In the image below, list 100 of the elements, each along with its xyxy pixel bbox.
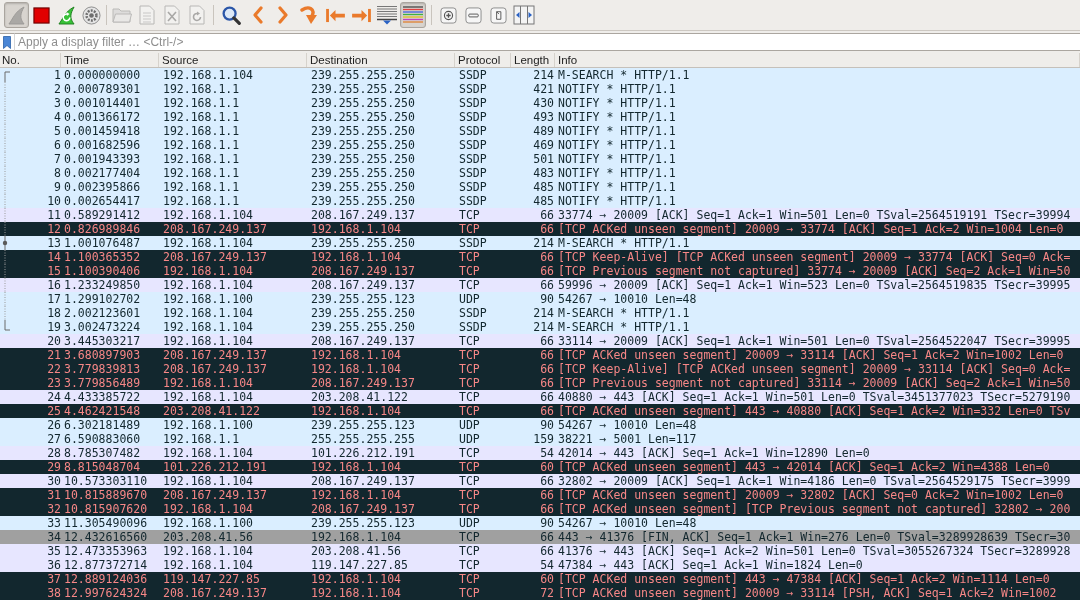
packet-row[interactable]: 7 0.001943393 192.168.1.1 239.255.255.250 SSDP 501 NOTIFY * HTTP/1.1 bbox=[0, 152, 1080, 166]
packet-length: 483 bbox=[533, 166, 554, 180]
packet-row[interactable]: 34 12.432616560 203.208.41.56 192.168.1.104 TCP 66 443 → 41376 [FIN, ACK] Seq=1 Ack=1 Win=276 Len=0 TSval=3289928639 TSecr=30 bbox=[0, 530, 1080, 544]
destination-address: 239.255.255.250 bbox=[311, 194, 415, 208]
packet-row[interactable]: 24 4.433385722 192.168.1.104 203.208.41.122 TCP 66 40880 → 443 [ACK] Seq=1 Ack=1 Win=501 Len=0 TSval=3451377023 TSecr=5279190 bbox=[0, 390, 1080, 404]
column-header[interactable]: Length bbox=[514, 54, 550, 66]
packet-row[interactable]: 13 1.001076487 192.168.1.104 239.255.255.250 SSDP 214 M-SEARCH * HTTP/1.1 bbox=[0, 236, 1080, 250]
packet-row[interactable]: 4 0.001366172 192.168.1.1 239.255.255.250 SSDP 493 NOTIFY * HTTP/1.1 bbox=[0, 110, 1080, 124]
packet-row[interactable]: 29 8.815048704 101.226.212.191 192.168.1.104 TCP 60 [TCP ACKed unseen segment] 443 → 42014 [ACK] Seq=1 Ack=2 Win=4388 Len=0 bbox=[0, 460, 1080, 474]
packet-info: M-SEARCH * HTTP/1.1 bbox=[558, 320, 690, 334]
protocol-name: UDP bbox=[459, 418, 480, 432]
packet-row[interactable]: 6 0.001682596 192.168.1.1 239.255.255.250 SSDP 469 NOTIFY * HTTP/1.1 bbox=[0, 138, 1080, 152]
packet-length: 90 bbox=[540, 292, 554, 306]
protocol-name: TCP bbox=[459, 348, 480, 362]
display-filter-field[interactable]: Apply a display filter … <Ctrl-/> bbox=[15, 33, 1080, 51]
packet-row[interactable]: 16 1.233249850 192.168.1.104 208.167.249.137 TCP 66 59996 → 20009 [ACK] Seq=1 Ack=1 Win=523 Len=0 TSval=2564519835 TSecr=39995 bbox=[0, 278, 1080, 292]
packet-row[interactable]: 36 12.877372714 192.168.1.104 119.147.227.85 TCP 54 47384 → 443 [ACK] Seq=1 Ack=1 Win=1824 Len=0 bbox=[0, 558, 1080, 572]
packet-row[interactable]: 15 1.100390406 192.168.1.104 208.167.249.137 TCP 66 [TCP Previous segment not captured] 33774 → 20009 [ACK] Seq=2 Ack=1 Win=50 bbox=[0, 264, 1080, 278]
packet-row[interactable]: 3 0.001014401 192.168.1.1 239.255.255.250 SSDP 430 NOTIFY * HTTP/1.1 bbox=[0, 96, 1080, 110]
destination-address: 192.168.1.104 bbox=[311, 348, 401, 362]
packet-row[interactable]: 32 10.815907620 192.168.1.104 208.167.249.137 TCP 66 [TCP ACKed unseen segment] [TCP Previous segment not captured] 32802 → 200 bbox=[0, 502, 1080, 516]
column-header[interactable]: Destination bbox=[310, 54, 368, 66]
filter-bookmark-button[interactable] bbox=[0, 33, 15, 51]
packet-row[interactable]: 28 8.785307482 192.168.1.104 101.226.212.191 TCP 54 42014 → 443 [ACK] Seq=1 Ack=1 Win=12890 Len=0 bbox=[0, 446, 1080, 460]
packet-row[interactable]: 10 0.002654417 192.168.1.1 239.255.255.250 SSDP 485 NOTIFY * HTTP/1.1 bbox=[0, 194, 1080, 208]
packet-info: [TCP ACKed unseen segment] 443 → 40880 [ACK] Seq=1 Ack=2 Win=332 Len=0 TSv bbox=[558, 404, 1071, 418]
packet-number: 10 bbox=[47, 194, 61, 208]
packet-row[interactable]: 23 3.779856489 192.168.1.104 208.167.249.137 TCP 66 [TCP Previous segment not captured] 33114 → 20009 [ACK] Seq=2 Ack=1 Win=50 bbox=[0, 376, 1080, 390]
packet-row[interactable]: 1 0.000000000 192.168.1.104 239.255.255.250 SSDP 214 M-SEARCH * HTTP/1.1 bbox=[0, 68, 1080, 82]
timestamp: 4.462421548 bbox=[64, 404, 141, 418]
protocol-name: TCP bbox=[459, 390, 480, 404]
packet-row[interactable]: 31 10.815889670 208.167.249.137 192.168.1.104 TCP 66 [TCP ACKed unseen segment] 20009 → 32802 [ACK] Seq=0 Ack=2 Win=1002 Len=0 bbox=[0, 488, 1080, 502]
column-header[interactable]: Source bbox=[162, 54, 199, 66]
packet-length: 66 bbox=[540, 222, 554, 236]
packet-number: 2 bbox=[54, 82, 61, 96]
packet-row[interactable]: 22 3.779839813 208.167.249.137 192.168.1.104 TCP 66 [TCP Keep-Alive] [TCP ACKed unseen segment] 20009 → 33114 [ACK] Seq=0 Ack= bbox=[0, 362, 1080, 376]
packet-length: 66 bbox=[540, 390, 554, 404]
packet-row[interactable]: 38 12.997624324 208.167.249.137 192.168.1.104 TCP 72 [TCP ACKed unseen segment] 20009 → 33114 [PSH, ACK] Seq=1 Ack=2 Win=1002 bbox=[0, 586, 1080, 600]
packet-row[interactable]: 30 10.573303110 192.168.1.104 208.167.249.137 TCP 66 32802 → 20009 [ACK] Seq=1 Ack=1 Win=4186 Len=0 TSval=2564529175 TSecr=3999 bbox=[0, 474, 1080, 488]
packet-length: 66 bbox=[540, 544, 554, 558]
bookmark-icon bbox=[3, 35, 11, 49]
destination-address: 239.255.255.250 bbox=[311, 110, 415, 124]
packet-number: 6 bbox=[54, 138, 61, 152]
packet-row[interactable]: 11 0.589291412 192.168.1.104 208.167.249.137 TCP 66 33774 → 20009 [ACK] Seq=1 Ack=1 Win=501 Len=0 TSval=2564519191 TSecr=39994 bbox=[0, 208, 1080, 222]
packet-row[interactable]: 9 0.002395866 192.168.1.1 239.255.255.250 SSDP 485 NOTIFY * HTTP/1.1 bbox=[0, 180, 1080, 194]
packet-row[interactable]: 18 2.002123601 192.168.1.104 239.255.255.250 SSDP 214 M-SEARCH * HTTP/1.1 bbox=[0, 306, 1080, 320]
destination-address: 239.255.255.250 bbox=[311, 96, 415, 110]
packet-length: 485 bbox=[533, 194, 554, 208]
packet-info: 42014 → 443 [ACK] Seq=1 Ack=1 Win=12890 Len=0 bbox=[558, 446, 870, 460]
packet-number: 35 bbox=[47, 544, 61, 558]
protocol-name: SSDP bbox=[459, 96, 487, 110]
packet-row[interactable]: 21 3.680897903 208.167.249.137 192.168.1.104 TCP 66 [TCP ACKed unseen segment] 20009 → 33114 [ACK] Seq=1 Ack=2 Win=1002 Len=0 bbox=[0, 348, 1080, 362]
timestamp: 0.000789301 bbox=[64, 82, 141, 96]
column-header[interactable]: Protocol bbox=[458, 54, 501, 66]
column-header[interactable]: No. bbox=[2, 54, 20, 66]
source-address: 119.147.227.85 bbox=[163, 572, 260, 586]
packet-row[interactable]: 14 1.100365352 208.167.249.137 192.168.1.104 TCP 66 [TCP Keep-Alive] [TCP ACKed unseen segment] 20009 → 33774 [ACK] Seq=0 Ack= bbox=[0, 250, 1080, 264]
destination-address: 239.255.255.250 bbox=[311, 68, 415, 82]
packet-info: [TCP ACKed unseen segment] 443 → 47384 [ACK] Seq=1 Ack=2 Win=1114 Len=0 bbox=[558, 572, 1050, 586]
packet-length: 66 bbox=[540, 530, 554, 544]
destination-address: 192.168.1.104 bbox=[311, 572, 401, 586]
packet-info: [TCP ACKed unseen segment] 20009 → 33774 [ACK] Seq=1 Ack=2 Win=1004 Len=0 bbox=[558, 222, 1064, 236]
packet-row[interactable]: 12 0.826989846 208.167.249.137 192.168.1.104 TCP 66 [TCP ACKed unseen segment] 20009 → 33774 [ACK] Seq=1 Ack=2 Win=1004 Len=0 bbox=[0, 222, 1080, 236]
timestamp: 1.299102702 bbox=[64, 292, 141, 306]
packet-row[interactable]: 20 3.445303217 192.168.1.104 208.167.249.137 TCP 66 33114 → 20009 [ACK] Seq=1 Ack=1 Win=501 Len=0 TSval=2564522047 TSecr=39995 bbox=[0, 334, 1080, 348]
destination-address: 239.255.255.123 bbox=[311, 516, 415, 530]
packet-row[interactable]: 25 4.462421548 203.208.41.122 192.168.1.104 TCP 66 [TCP ACKed unseen segment] 443 → 40880 [ACK] Seq=1 Ack=2 Win=332 Len=0 TSv bbox=[0, 404, 1080, 418]
column-header[interactable]: Time bbox=[64, 54, 90, 66]
source-address: 208.167.249.137 bbox=[163, 348, 267, 362]
packet-length: 66 bbox=[540, 278, 554, 292]
packet-row[interactable]: 33 11.305490096 192.168.1.100 239.255.255.123 UDP 90 54267 → 10010 Len=48 bbox=[0, 516, 1080, 530]
destination-address: 192.168.1.104 bbox=[311, 362, 401, 376]
destination-address: 208.167.249.137 bbox=[311, 208, 415, 222]
timestamp: 12.889124036 bbox=[64, 572, 148, 586]
packet-number: 38 bbox=[47, 586, 61, 600]
packet-row[interactable]: 27 6.590883060 192.168.1.1 255.255.255.255 UDP 159 38221 → 5001 Len=117 bbox=[0, 432, 1080, 446]
packet-number: 13 bbox=[47, 236, 61, 250]
packet-row[interactable]: 17 1.299102702 192.168.1.100 239.255.255.123 UDP 90 54267 → 10010 Len=48 bbox=[0, 292, 1080, 306]
timestamp: 1.233249850 bbox=[64, 278, 141, 292]
packet-info: 33114 → 20009 [ACK] Seq=1 Ack=1 Win=501 Len=0 TSval=2564522047 TSecr=39995 bbox=[558, 334, 1071, 348]
destination-address: 239.255.255.250 bbox=[311, 124, 415, 138]
packet-row[interactable]: 2 0.000789301 192.168.1.1 239.255.255.250 SSDP 421 NOTIFY * HTTP/1.1 bbox=[0, 82, 1080, 96]
packet-row[interactable]: 37 12.889124036 119.147.227.85 192.168.1.104 TCP 60 [TCP ACKed unseen segment] 443 → 47384 [ACK] Seq=1 Ack=2 Win=1114 Len=0 bbox=[0, 572, 1080, 586]
destination-address: 101.226.212.191 bbox=[311, 446, 415, 460]
source-address: 192.168.1.104 bbox=[163, 278, 253, 292]
packet-length: 54 bbox=[540, 446, 554, 460]
source-address: 192.168.1.104 bbox=[163, 68, 253, 82]
packet-number: 19 bbox=[47, 320, 61, 334]
packet-row[interactable]: 19 3.002473224 192.168.1.104 239.255.255.250 SSDP 214 M-SEARCH * HTTP/1.1 bbox=[0, 320, 1080, 334]
timestamp: 0.001943393 bbox=[64, 152, 141, 166]
packet-row[interactable]: 8 0.002177404 192.168.1.1 239.255.255.250 SSDP 483 NOTIFY * HTTP/1.1 bbox=[0, 166, 1080, 180]
packet-length: 214 bbox=[533, 68, 554, 82]
column-header[interactable]: Info bbox=[558, 54, 578, 66]
packet-row[interactable]: 5 0.001459418 192.168.1.1 239.255.255.250 SSDP 489 NOTIFY * HTTP/1.1 bbox=[0, 124, 1080, 138]
packet-number: 16 bbox=[47, 278, 61, 292]
packet-length: 214 bbox=[533, 236, 554, 250]
source-address: 192.168.1.100 bbox=[163, 292, 253, 306]
packet-row[interactable]: 35 12.473353963 192.168.1.104 203.208.41.56 TCP 66 41376 → 443 [ACK] Seq=1 Ack=2 Win=501 Len=0 TSval=3055267324 TSecr=3289928 bbox=[0, 544, 1080, 558]
packet-row[interactable]: 26 6.302181489 192.168.1.100 239.255.255.123 UDP 90 54267 → 10010 Len=48 bbox=[0, 418, 1080, 432]
source-address: 192.168.1.1 bbox=[163, 166, 240, 180]
